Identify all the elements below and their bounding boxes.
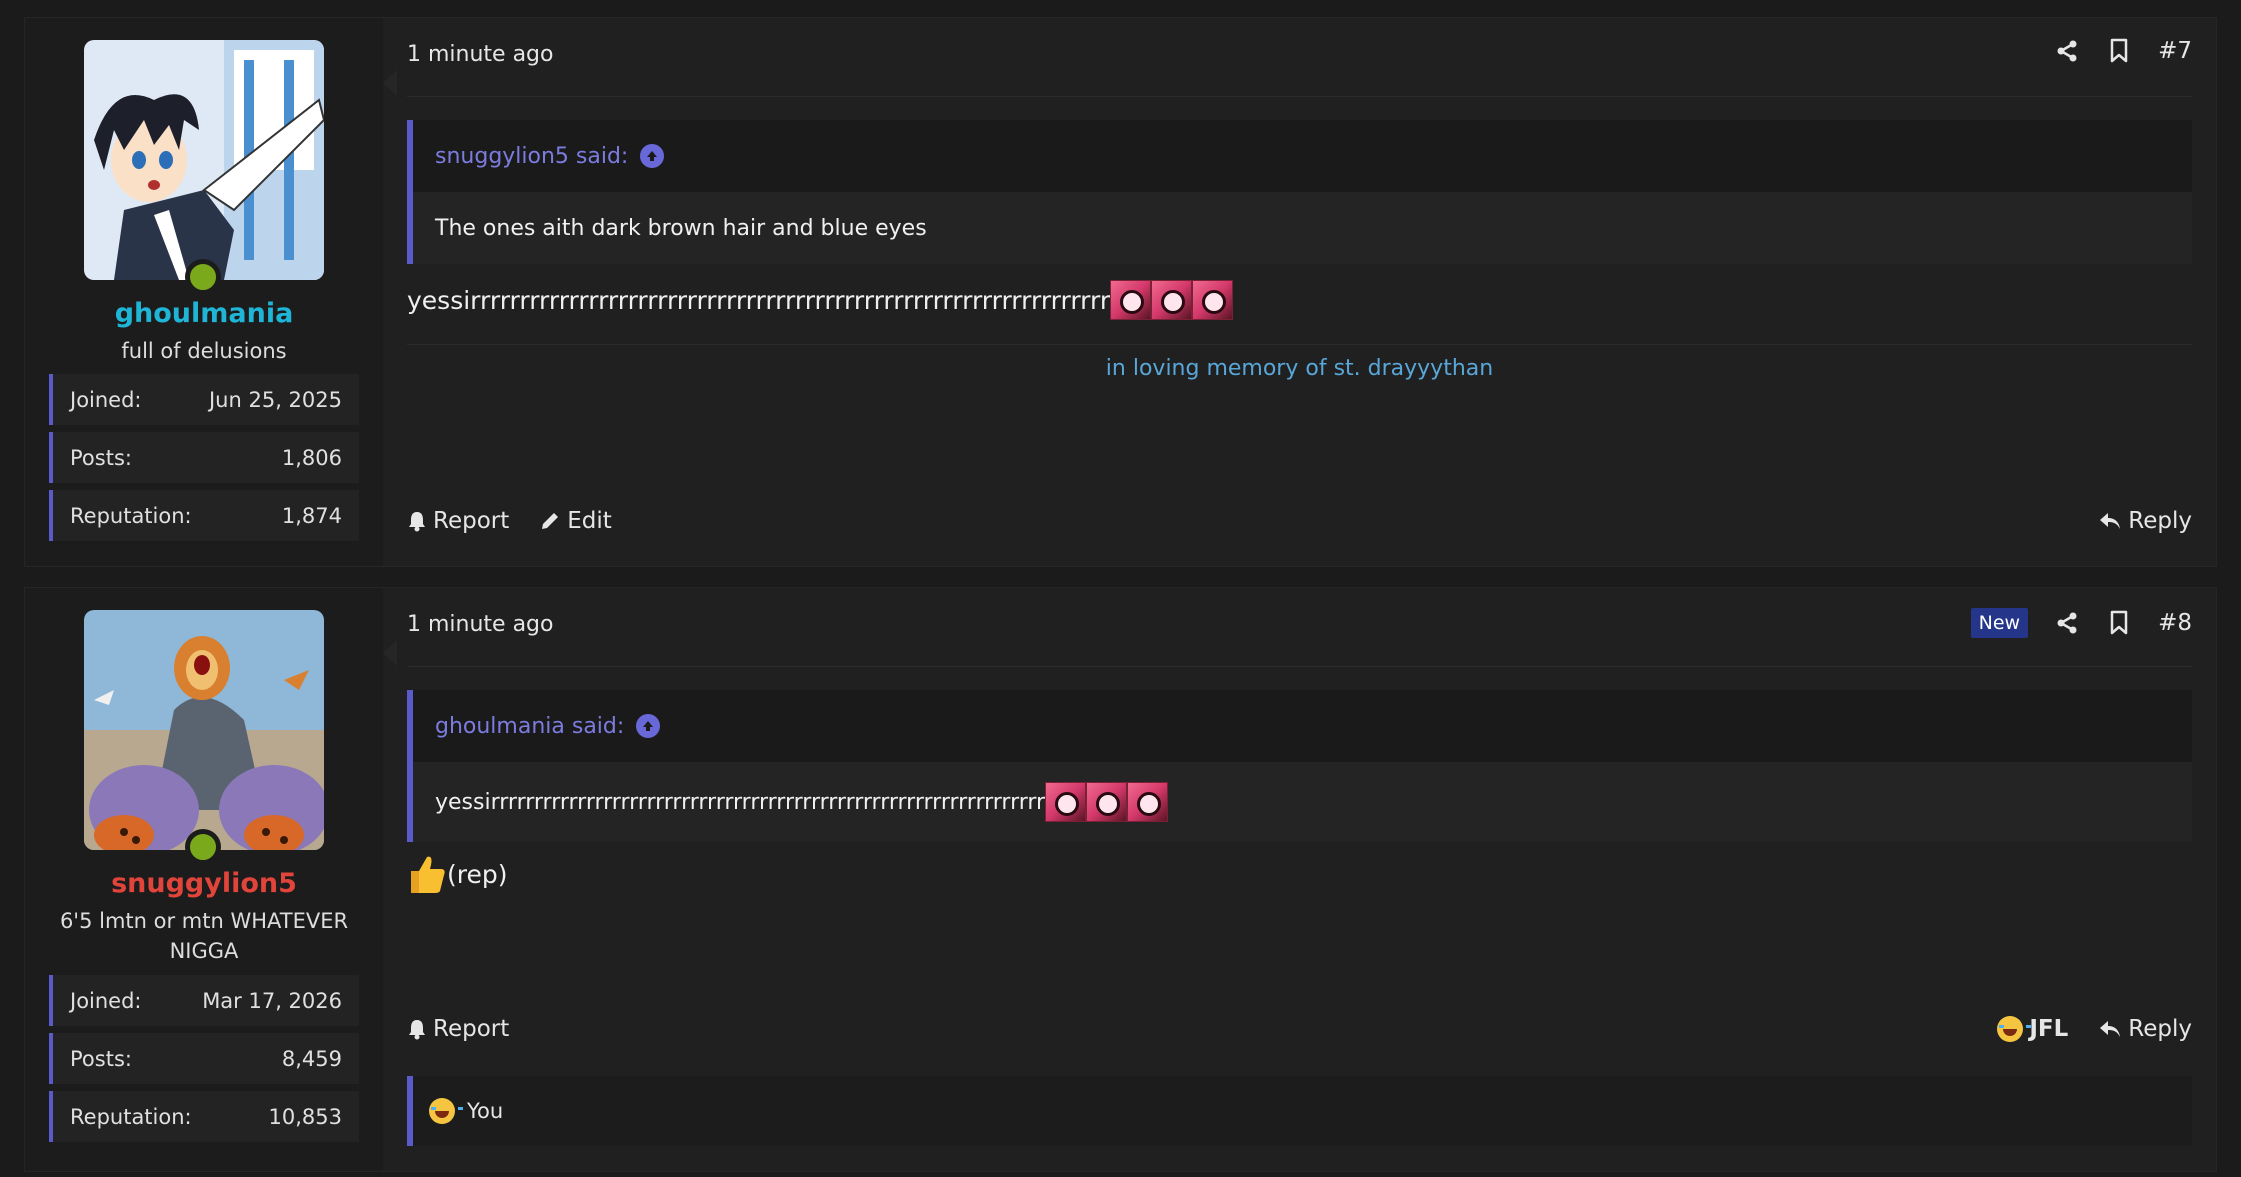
stat-posts: Posts: 8,459 [49,1033,359,1084]
reaction-users[interactable]: You [467,1099,503,1123]
thumbs-up-icon [411,856,445,893]
bookmark-icon[interactable] [2106,38,2132,64]
share-icon[interactable] [2054,38,2080,64]
post-number-link[interactable]: #7 [2158,38,2192,64]
stat-joined: Joined: Jun 25, 2025 [49,374,359,425]
tears-of-joy-icon [1997,1016,2032,1042]
online-status-icon [185,829,221,865]
post-footer-left: Report [407,1016,509,1042]
reactions-bar[interactable]: You [407,1076,2192,1146]
message-body: 1 minute ago #7 snuggylion5 said: The on… [407,18,2192,566]
post-content: yessirrrrrrrrrrrrrrrrrrrrrrrrrrrrrrrrrrr… [407,280,1234,320]
avatar[interactable] [84,40,324,280]
username[interactable]: ghoulmania [25,298,383,329]
react-jfl-button[interactable]: JFL [1997,1016,2068,1042]
bookmark-icon[interactable] [2106,610,2132,636]
post-actions-top: New #8 [1970,608,2192,638]
quote-block: ghoulmania said: yessirrrrrrrrrrrrrrrrrr… [407,690,2192,842]
message-body: 1 minute ago New #8 ghoulmania said: yes… [407,588,2192,1171]
quote-author-link[interactable]: ghoulmania said: [413,690,2192,762]
user-info-panel: ghoulmania full of delusions Joined: Jun … [25,18,383,566]
quote-block: snuggylion5 said: The ones aith dark bro… [407,120,2192,264]
user-info-panel: snuggylion5 6'5 lmtn or mtn WHATEVER NIG… [25,588,383,1171]
laughing-emote-icon [1045,782,1087,822]
stat-reputation: Reputation: 10,853 [49,1091,359,1142]
tears-of-joy-icon [429,1098,463,1124]
pencil-icon [542,513,559,529]
laughing-emote-icon [1110,280,1152,320]
laughing-emote-icon [1086,782,1128,822]
post-arrow [383,70,397,96]
user-title: 6'5 lmtn or mtn WHATEVER NIGGA [59,909,349,963]
quote-author-link[interactable]: snuggylion5 said: [413,120,2192,192]
arrow-up-circle-icon[interactable] [636,714,661,738]
bell-icon [409,512,425,532]
reply-icon [2100,1021,2121,1037]
report-button[interactable]: Report [407,1016,509,1042]
quote-text: The ones aith dark brown hair and blue e… [413,192,2192,264]
stat-reputation: Reputation: 1,874 [49,490,359,541]
post-8: snuggylion5 6'5 lmtn or mtn WHATEVER NIG… [24,587,2217,1172]
new-badge: New [1970,608,2029,638]
username[interactable]: snuggylion5 [25,868,383,899]
post-number-link[interactable]: #8 [2158,610,2192,636]
post-time[interactable]: 1 minute ago [407,612,553,637]
post-content: (rep) [407,853,508,895]
laughing-emote-icon [1192,280,1234,320]
arrow-up-circle-icon[interactable] [640,144,665,168]
avatar[interactable] [84,610,324,850]
post-footer-left: Report Edit [407,508,612,534]
stat-joined: Joined: Mar 17, 2026 [49,975,359,1026]
post-footer-right: JFL Reply [1997,1016,2192,1042]
laughing-emote-icon [1151,280,1193,320]
online-status-icon [185,259,221,295]
post-7: ghoulmania full of delusions Joined: Jun … [24,17,2217,567]
report-button[interactable]: Report [407,508,509,534]
reply-button[interactable]: Reply [2098,1016,2192,1042]
bell-icon [409,1020,425,1040]
share-icon[interactable] [2054,610,2080,636]
laughing-emote-icon [1127,782,1169,822]
post-actions-top: #7 [2054,38,2192,64]
divider [407,96,2192,97]
signature: in loving memory of st. drayyythan [1105,356,1494,381]
post-footer-right: Reply [2098,508,2192,534]
reply-icon [2100,513,2121,529]
signature-divider [407,344,2192,345]
quote-text: yessirrrrrrrrrrrrrrrrrrrrrrrrrrrrrrrrrrr… [413,762,2192,842]
post-time[interactable]: 1 minute ago [407,42,553,67]
emote-group [1045,782,1169,822]
stat-posts: Posts: 1,806 [49,432,359,483]
emote-group [1110,280,1234,320]
reply-button[interactable]: Reply [2098,508,2192,534]
edit-button[interactable]: Edit [539,508,612,534]
user-title: full of delusions [121,339,287,363]
post-arrow [383,640,397,666]
divider [407,666,2192,667]
